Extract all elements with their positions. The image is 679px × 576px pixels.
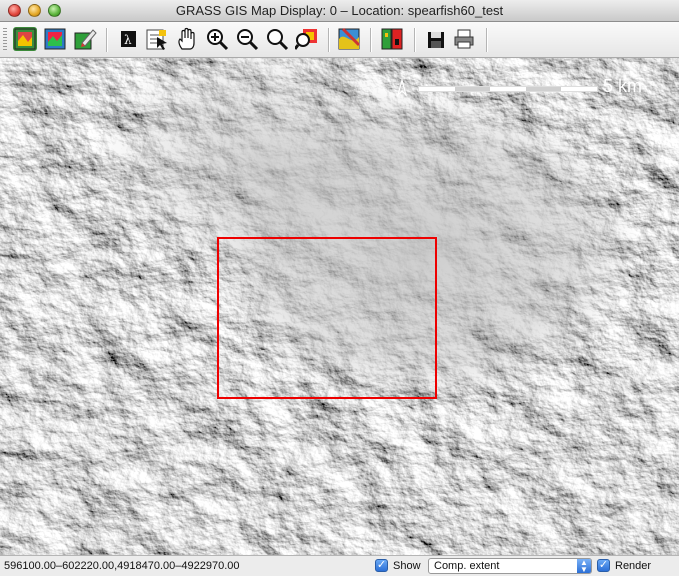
render-map-icon[interactable] — [43, 27, 67, 51]
zoom-back-icon[interactable] — [265, 27, 289, 51]
region-outline — [217, 237, 437, 399]
status-bar: 596100.00–602220.00,4918470.00–4922970.0… — [0, 555, 679, 576]
toolbar-separator — [328, 28, 330, 52]
pointer-icon[interactable]: λ — [116, 27, 140, 51]
scale-bar-label: 5 km — [603, 76, 643, 96]
show-checkbox-label: Show — [393, 560, 421, 572]
zoom-menu-icon[interactable] — [293, 27, 319, 51]
show-checkbox[interactable]: ✓ — [375, 559, 388, 572]
coordinates-readout: 596100.00–602220.00,4918470.00–4922970.0… — [4, 560, 240, 572]
print-icon[interactable] — [452, 27, 476, 51]
map-canvas[interactable]: 5 km — [0, 58, 679, 555]
map-toolbar: λ — [0, 22, 679, 58]
display-map-icon[interactable] — [13, 27, 37, 51]
render-checkbox-label: Render — [615, 560, 652, 572]
analyze-icon[interactable] — [337, 27, 361, 51]
toolbar-separator — [486, 28, 488, 52]
toolbar-separator — [414, 28, 416, 52]
window-title: GRASS GIS Map Display: 0 – Location: spe… — [175, 3, 504, 18]
extent-select[interactable]: Comp. extent ▲ ▼ — [428, 558, 592, 574]
zoom-out-icon[interactable] — [235, 27, 259, 51]
extent-select-value: Comp. extent — [434, 560, 500, 572]
query-icon[interactable] — [145, 27, 169, 51]
zoom-in-icon[interactable] — [205, 27, 229, 51]
toolbar-grip[interactable] — [3, 28, 7, 52]
title-bar: GRASS GIS Map Display: 0 – Location: spe… — [0, 0, 679, 22]
svg-text:λ: λ — [124, 33, 132, 47]
north-arrow-icon — [395, 76, 409, 98]
scale-bar-line — [418, 86, 598, 92]
pan-hand-icon[interactable] — [175, 27, 199, 51]
select-arrows-icon: ▲ ▼ — [577, 559, 591, 574]
toolbar-separator — [106, 28, 108, 52]
save-icon[interactable] — [424, 27, 448, 51]
erase-display-icon[interactable] — [73, 27, 97, 51]
decoration-icon[interactable] — [380, 27, 404, 51]
render-checkbox[interactable]: ✓ — [597, 559, 610, 572]
toolbar-separator — [370, 28, 372, 52]
scale-bar: 5 km — [395, 76, 655, 98]
